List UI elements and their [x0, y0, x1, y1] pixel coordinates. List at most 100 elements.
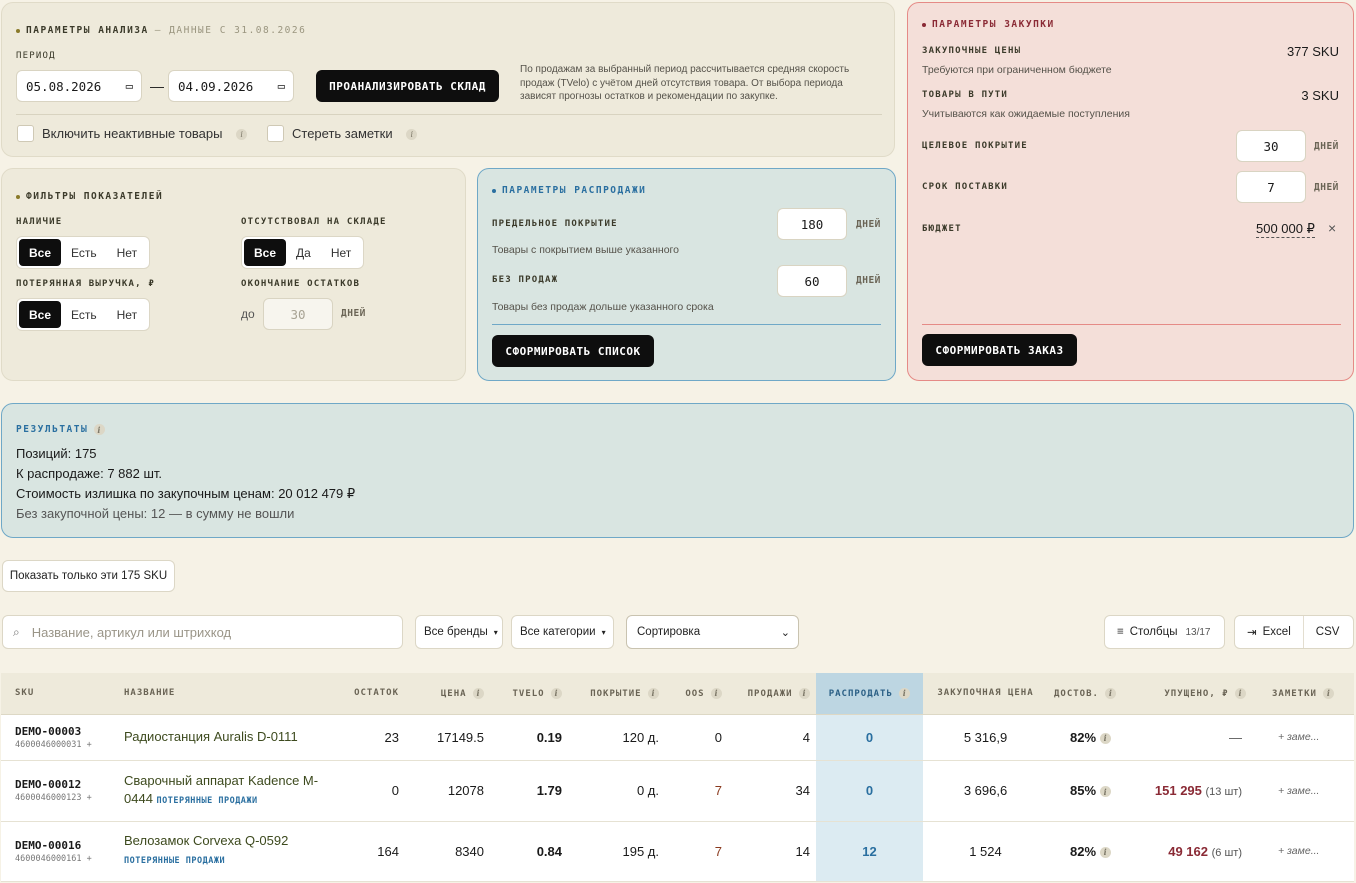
- product-name[interactable]: Радиостанция Auralis D-0111: [124, 729, 298, 744]
- info-icon[interactable]: i: [899, 687, 911, 699]
- col-cover[interactable]: ПОКРЫТИЕ i: [568, 673, 665, 715]
- oos-all[interactable]: Все: [244, 239, 287, 266]
- col-name[interactable]: НАЗВАНИЕ: [108, 673, 333, 715]
- csv-button[interactable]: CSV: [1304, 626, 1352, 638]
- col-lost[interactable]: УПУЩЕНО, ₽ i: [1124, 673, 1252, 715]
- table-row[interactable]: DEMO-00012 4600046000123 + Сварочный аппар…: [1, 760, 1354, 822]
- tvelo-cell: 0.19: [490, 714, 568, 761]
- note-cell[interactable]: + заме...: [1252, 760, 1354, 822]
- no-sales-hint: Товары без продаж дольше указанного срок…: [492, 301, 714, 313]
- sales-cell: 34: [728, 760, 816, 822]
- col-sku[interactable]: SKU: [1, 673, 108, 715]
- analyze-button[interactable]: ПРОАНАЛИЗИРОВАТЬ СКЛАД: [316, 70, 499, 102]
- col-notes[interactable]: ЗАМЕТКИ i: [1252, 673, 1354, 715]
- cover-cell: 195 д.: [568, 821, 665, 882]
- note-cell[interactable]: + заме...: [1252, 714, 1354, 761]
- col-sell[interactable]: РАСПРОДАТЬ i: [816, 673, 923, 715]
- product-name[interactable]: Велозамок Corvexa Q-0592: [124, 833, 288, 848]
- brands-select[interactable]: Все бренды ▾: [415, 615, 503, 649]
- name-cell[interactable]: Сварочный аппарат Kadence M-0444 ПОТЕРЯН…: [108, 760, 333, 822]
- lost-cell: 49 162 (6 шт): [1124, 821, 1252, 882]
- note-cell[interactable]: + заме...: [1252, 821, 1354, 882]
- col-tvelo[interactable]: TVELO i: [490, 673, 568, 715]
- info-icon[interactable]: i: [1099, 786, 1111, 798]
- info-icon[interactable]: i: [799, 687, 810, 699]
- date-from-input[interactable]: 05.08.2026 ▭: [16, 70, 142, 102]
- sort-select[interactable]: Сортировка ⌄: [626, 615, 799, 649]
- target-cover-input[interactable]: 30: [1236, 130, 1306, 162]
- info-icon[interactable]: i: [1099, 846, 1111, 858]
- table-row[interactable]: DEMO-00016 4600046000161 + Велозамок Corve…: [1, 821, 1354, 882]
- name-cell[interactable]: Радиостанция Auralis D-0111: [108, 714, 333, 761]
- col-reliability[interactable]: ДОСТОВ. i: [1048, 673, 1124, 715]
- info-icon[interactable]: i: [1235, 687, 1246, 699]
- lost-qty: (6 шт): [1211, 846, 1242, 859]
- info-icon[interactable]: i: [1105, 687, 1117, 699]
- columns-button[interactable]: ≡ Столбцы 13/17: [1104, 615, 1225, 649]
- stock-cell: 164: [333, 821, 405, 882]
- info-icon[interactable]: i: [551, 687, 562, 699]
- form-list-button[interactable]: СФОРМИРОВАТЬ СПИСОК: [492, 335, 654, 367]
- barcode: 4600046000031 +: [15, 739, 92, 750]
- info-icon[interactable]: i: [236, 129, 248, 141]
- search-icon: ⌕: [13, 624, 20, 639]
- period-label: ПЕРИОД: [16, 51, 56, 61]
- info-icon[interactable]: i: [648, 687, 659, 699]
- chevron-down-icon: ⌄: [780, 626, 790, 639]
- name-cell[interactable]: Велозамок Corvexa Q-0592 ПОТЕРЯННЫЕ ПРОД…: [108, 821, 333, 882]
- max-cover-input[interactable]: 180: [777, 208, 847, 240]
- date-to-input[interactable]: 04.09.2026 ▭: [168, 70, 294, 102]
- form-order-button[interactable]: СФОРМИРОВАТЬ ЗАКАЗ: [922, 334, 1077, 366]
- stock-end-label: ОКОНЧАНИЕ ОСТАТКОВ: [241, 279, 361, 289]
- availability-yes[interactable]: Есть: [61, 239, 107, 266]
- calendar-icon[interactable]: ▭: [278, 79, 285, 93]
- analysis-title: ПАРАМЕТРЫ АНАЛИЗА — ДАННЫЕ С 31.08.2026: [16, 25, 306, 36]
- info-icon[interactable]: i: [94, 424, 106, 435]
- lead-time-unit: ДНЕЙ: [1314, 182, 1339, 193]
- divider: [16, 114, 882, 115]
- stock-end-input[interactable]: 30: [263, 298, 333, 330]
- erase-notes-checkbox[interactable]: [267, 125, 284, 142]
- include-inactive-checkbox[interactable]: [17, 125, 34, 142]
- info-icon[interactable]: i: [473, 687, 484, 699]
- lost-amount: —: [1229, 729, 1242, 745]
- sell-cell: 0: [816, 760, 923, 822]
- no-sales-input[interactable]: 60: [777, 265, 847, 297]
- col-price[interactable]: ЦЕНА i: [405, 673, 490, 715]
- availability-all[interactable]: Все: [19, 239, 62, 266]
- col-oos[interactable]: OOS i: [665, 673, 728, 715]
- budget-label: БЮДЖЕТ: [922, 224, 962, 234]
- info-icon[interactable]: i: [406, 129, 418, 141]
- info-icon[interactable]: i: [711, 687, 722, 699]
- oos-yes[interactable]: Да: [286, 239, 321, 266]
- show-only-button[interactable]: Показать только эти 175 SKU: [2, 560, 175, 592]
- availability-no[interactable]: Нет: [107, 239, 147, 266]
- excel-button[interactable]: ⇥ Excel: [1235, 616, 1304, 648]
- lead-time-input[interactable]: 7: [1236, 171, 1306, 203]
- col-sales[interactable]: ПРОДАЖИ i: [728, 673, 816, 715]
- search-input[interactable]: ⌕ Название, артикул или штрихкод: [2, 615, 403, 649]
- reliability-cell: 82% i: [1048, 821, 1124, 882]
- target-cover-label: ЦЕЛЕВОЕ ПОКРЫТИЕ: [922, 141, 1028, 151]
- categories-select[interactable]: Все категории ▾: [511, 615, 614, 649]
- lost-revenue-all[interactable]: Все: [19, 301, 62, 328]
- col-purchase-price[interactable]: ЗАКУПОЧНАЯ ЦЕНА: [923, 673, 1048, 715]
- stock-end-prefix: до: [241, 307, 255, 321]
- divider: [492, 324, 881, 325]
- calendar-icon[interactable]: ▭: [126, 79, 133, 93]
- col-stock[interactable]: ОСТАТОК: [333, 673, 405, 715]
- info-icon[interactable]: i: [1099, 732, 1111, 744]
- lost-cell: 151 295 (13 шт): [1124, 760, 1252, 822]
- lost-revenue-no[interactable]: Нет: [107, 301, 147, 328]
- lead-time-label: СРОК ПОСТАВКИ: [922, 182, 1009, 192]
- oos-no[interactable]: Нет: [321, 239, 361, 266]
- budget-value[interactable]: 500 000 ₽: [1256, 221, 1315, 238]
- sale-title: ПАРАМЕТРЫ РАСПРОДАЖИ: [492, 185, 646, 196]
- table-row[interactable]: DEMO-00003 4600046000031 + Радиостанция Au…: [1, 714, 1354, 761]
- price-cell: 12078: [405, 760, 490, 822]
- include-inactive-label: Включить неактивные товары i: [42, 126, 248, 141]
- info-icon[interactable]: i: [1323, 687, 1335, 699]
- lost-revenue-yes[interactable]: Есть: [61, 301, 107, 328]
- purchase-price-cell: 3 696,6: [923, 760, 1048, 822]
- clear-budget-icon[interactable]: ×: [1328, 220, 1336, 236]
